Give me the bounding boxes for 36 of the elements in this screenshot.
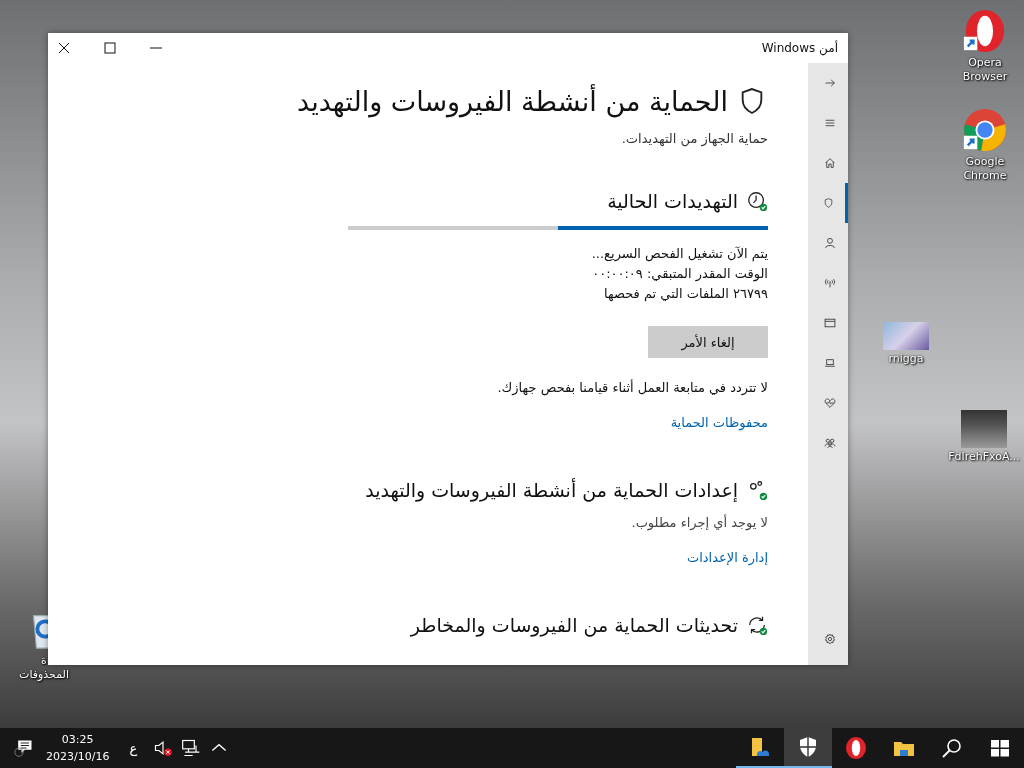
manage-settings-link[interactable]: إدارة الإعدادات [686, 550, 768, 565]
taskbar-button[interactable] [784, 728, 832, 768]
section-heading: إعدادات الحماية من أنشطة الفيروسات والتهديد [365, 479, 738, 501]
photo-placeholder[interactable] [883, 322, 929, 350]
close-icon[interactable] [56, 40, 72, 56]
status-text: لا يوجد أي إجراء مطلوب. [630, 515, 768, 530]
icon-label: ة المحذوفات [19, 654, 69, 682]
clock[interactable]: 03:25 2023/10/16 [42, 731, 114, 765]
opera-logo-icon[interactable] [844, 736, 868, 760]
photo-placeholder[interactable] [961, 410, 1007, 448]
clock-check-icon [746, 190, 768, 212]
icon-label: Google Chrome [963, 155, 1007, 183]
scan-status-text: ٢٦٧٩٩ الملفات التي تم فحصها [602, 285, 768, 304]
info-text: لا تتردد في متابعة العمل أثناء قيامنا بفحص جهازك. [496, 380, 768, 395]
clock-date: 2023/10/16 [46, 749, 110, 765]
scan-status-text: يتم الآن تشغيل الفحص السريع... [590, 245, 768, 264]
protection-history-link[interactable]: محفوظات الحماية [670, 415, 768, 430]
icon-label: rnigga [888, 352, 924, 366]
icon-label: FdlrehFxoA... [948, 450, 1020, 464]
search-icon[interactable] [940, 736, 964, 760]
chrome-logo-icon[interactable] [962, 107, 1008, 153]
notification-icon[interactable] [14, 738, 34, 758]
page-subtitle: حماية الجهاز من التهديدات. [620, 131, 768, 146]
speaker-muted-icon[interactable] [153, 738, 174, 758]
icon-label: Opera Browser [962, 56, 1008, 84]
cancel-button[interactable]: إلغاء الأمر [648, 326, 768, 358]
scan-status-text: الوقت المقدر المتبقي: ٠٠:٠٠:٠٩ [591, 265, 768, 284]
page-title: الحماية من أنشطة الفيروسات والتهديد [297, 85, 728, 117]
section-heading: تحديثات الحماية من الفيروسات والمخاطر [410, 614, 738, 636]
network-icon[interactable] [181, 738, 202, 758]
window-title: أمن Windows [761, 41, 838, 55]
clock-time: 03:25 [61, 732, 94, 748]
refresh-check-icon [746, 614, 768, 636]
maximize-icon[interactable] [102, 40, 118, 56]
language-indicator[interactable]: ع [121, 740, 146, 756]
section-heading: التهديدات الحالية [607, 190, 738, 212]
